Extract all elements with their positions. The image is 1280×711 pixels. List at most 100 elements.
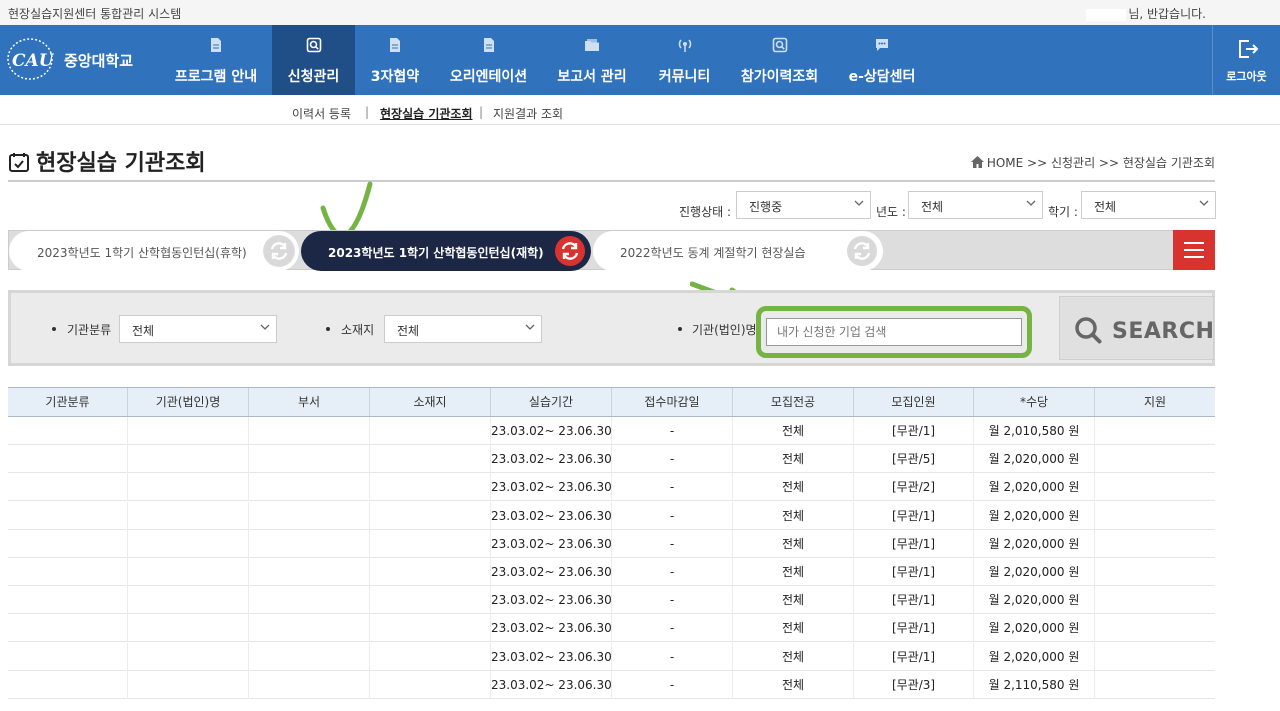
nav-item-community[interactable]: 커뮤니티 [642, 25, 727, 95]
search-button-label: SEARCH [1112, 319, 1215, 344]
cell-period: 23.03.02~ 23.06.30 [491, 417, 612, 445]
nav-item-label: 커뮤니티 [658, 69, 711, 85]
search-button[interactable]: SEARCH [1059, 296, 1214, 360]
search-document-icon [306, 37, 321, 53]
cell-major: 전체 [733, 614, 854, 643]
masked-username [1086, 8, 1127, 21]
table-cell [8, 670, 128, 699]
system-name: 현장실습지원센터 통합관리 시스템 [8, 7, 182, 21]
cell-major: 전체 [733, 586, 854, 615]
table-row: 23.03.02~ 23.06.30- 전체 [무관/3] 월 2,110,580 원 [8, 670, 1215, 699]
table-cell [370, 558, 491, 586]
table-cell [8, 417, 128, 445]
submenu-result[interactable]: 지원결과 조회 [493, 105, 563, 122]
cau-seal-icon: CAU [7, 38, 54, 80]
cell-pay: 월 2,020,000 원 [974, 642, 1095, 671]
cell-deadline: - [612, 473, 733, 502]
location-select[interactable]: 전체 [384, 315, 542, 343]
column-header: *수당 [974, 388, 1095, 416]
document-icon [390, 38, 400, 52]
table-cell [128, 529, 249, 558]
table-cell [370, 586, 491, 615]
table-cell [1095, 417, 1215, 445]
nav-item-counseling[interactable]: e-상담센터 [832, 25, 932, 95]
cell-deadline: - [612, 670, 733, 699]
cell-deadline: - [612, 529, 733, 558]
menu-hamburger-button[interactable] [1173, 230, 1215, 270]
university-logo[interactable]: CAU 중앙대학교 [6, 35, 136, 85]
table-cell [370, 614, 491, 643]
cell-count: [무관/5] [854, 445, 974, 474]
nav-item-label: 신청관리 [287, 69, 340, 85]
nav-item-report[interactable]: 보고서 관리 [542, 25, 642, 95]
org-name-input[interactable] [766, 318, 1022, 346]
category-label: 기관분류 [67, 323, 112, 337]
table-cell [249, 445, 370, 474]
table-cell [1095, 530, 1215, 558]
table-cell [8, 501, 128, 530]
nav-item-history[interactable]: 참가이력조회 [727, 25, 832, 95]
chevron-down-icon [260, 324, 270, 330]
year-select[interactable]: 전체 [908, 191, 1043, 219]
cell-deadline: - [612, 501, 733, 530]
table-cell [8, 529, 128, 558]
cell-deadline: - [612, 558, 733, 586]
cell-major: 전체 [733, 473, 854, 502]
folder-icon [585, 39, 599, 51]
term-select-value: 전체 [1094, 200, 1117, 214]
table-cell [249, 529, 370, 558]
table-cell [1095, 558, 1215, 586]
table-row: 23.03.02~ 23.06.30- 전체 [무관/1] 월 2,010,580 원 [8, 417, 1215, 445]
nav-item-agreement[interactable]: 3자협약 [355, 25, 435, 95]
tab-label: 2023학년도 1학기 산학협동인턴십(재학) [328, 246, 544, 260]
greeting-text: 님, 반갑습니다. [1128, 7, 1206, 21]
table-header: 기관분류 기관(법인)명 부서 소재지 실습기간 접수마감일 모집전공 모집인원… [8, 387, 1215, 417]
submenu-org-search[interactable]: 현장실습 기관조회 [380, 105, 473, 122]
submenu-separator: | [365, 105, 370, 119]
cell-pay: 월 2,110,580 원 [974, 670, 1095, 699]
tab-label: 2023학년도 1학기 산학협동인턴십(휴학) [37, 246, 247, 260]
top-bar: 현장실습지원센터 통합관리 시스템 님, 반갑습니다. [0, 0, 1280, 25]
cell-pay: 월 2,020,000 원 [974, 614, 1095, 643]
hamburger-line [1184, 256, 1204, 258]
calendar-check-icon [9, 153, 29, 172]
nav-item-application[interactable]: 신청관리 [272, 25, 355, 95]
term-select[interactable]: 전체 [1081, 191, 1216, 219]
page-title-text: 현장실습 기관조회 [36, 151, 206, 176]
table-cell [1095, 473, 1215, 501]
nav-item-program[interactable]: 프로그램 안내 [162, 25, 270, 95]
table-cell [8, 642, 128, 671]
cell-pay: 월 2,010,580 원 [974, 417, 1095, 445]
table-cell [8, 473, 128, 502]
table-row: 23.03.02~ 23.06.30- 전체 [무관/1] 월 2,020,000 원 [8, 501, 1215, 530]
cell-major: 전체 [733, 642, 854, 671]
cell-major: 전체 [733, 558, 854, 586]
table-row: 23.03.02~ 23.06.30- 전체 [무관/1] 월 2,020,000 원 [8, 642, 1215, 671]
logout-button[interactable]: 로그아웃 [1212, 25, 1280, 95]
tab-label: 2022학년도 동계 계절학기 현장실습 [620, 246, 806, 260]
table-cell [249, 558, 370, 586]
nav-item-orientation[interactable]: 오리엔테이션 [435, 25, 542, 95]
chevron-down-icon [854, 200, 864, 206]
location-label: 소재지 [341, 323, 375, 337]
column-header: 지원 [1143, 395, 1167, 409]
submenu-resume[interactable]: 이력서 등록 [292, 105, 351, 122]
cell-deadline: - [612, 445, 733, 474]
table-cell [370, 417, 491, 445]
table-cell [1095, 445, 1215, 473]
table-cell [128, 558, 249, 586]
table-cell [370, 529, 491, 558]
cell-count: [무관/3] [854, 670, 974, 699]
nav-item-label: e-상담센터 [848, 69, 916, 85]
cell-pay: 월 2,020,000 원 [974, 473, 1095, 502]
tab-2022-winter[interactable]: 2022학년도 동계 계절학기 현장실습 [593, 231, 883, 271]
category-select[interactable]: 전체 [119, 315, 277, 343]
cell-deadline: - [612, 417, 733, 445]
table-cell [249, 473, 370, 502]
table-cell [249, 670, 370, 699]
table-row: 23.03.02~ 23.06.30- 전체 [무관/1] 월 2,020,000 원 [8, 558, 1215, 586]
status-select[interactable]: 진행중 [736, 191, 871, 219]
tab-2023-1-leave[interactable]: 2023학년도 1학기 산학협동인턴십(휴학) [9, 231, 299, 271]
tab-2023-1-enrolled[interactable]: 2023학년도 1학기 산학협동인턴십(재학) [301, 231, 591, 271]
sub-menu: 이력서 등록 | 현장실습 기관조회 | 지원결과 조회 [0, 95, 1280, 125]
